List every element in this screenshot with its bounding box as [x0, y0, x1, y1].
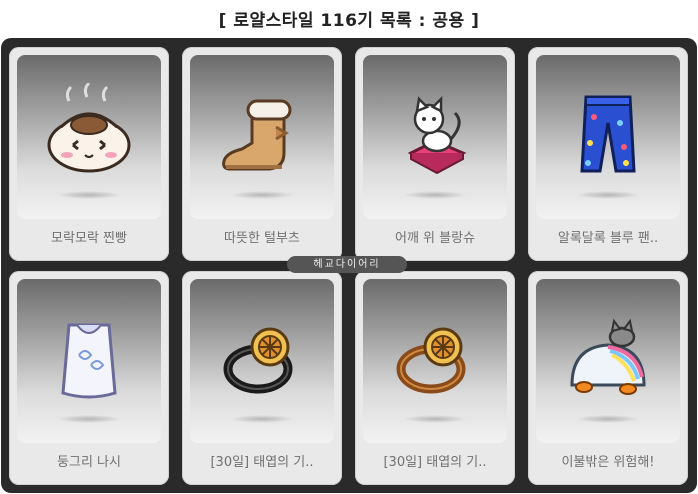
- item-label: 이불밖은 위험해!: [561, 455, 655, 470]
- watermark-badge: 헤교다이어리: [287, 256, 407, 273]
- item-card-fur-boots[interactable]: 따뜻한 털부츠: [182, 47, 342, 261]
- blanket-cat-icon: [570, 318, 646, 395]
- steamed-bun-hat-icon: [47, 83, 131, 173]
- item-card-steamed-bun[interactable]: 모락모락 찐빵: [9, 47, 169, 261]
- item-preview: [536, 279, 680, 443]
- item-label: 모락모락 찐빵: [51, 231, 127, 246]
- item-preview: [190, 55, 334, 219]
- item-label: 알록달록 블루 팬..: [557, 231, 659, 246]
- item-label: 둥그리 나시: [57, 455, 121, 470]
- item-label: 어깨 위 블랑슈: [394, 231, 476, 246]
- fur-boots-icon: [222, 99, 292, 171]
- item-label: [30일] 태엽의 기..: [383, 455, 487, 470]
- item-label: [30일] 태엽의 기..: [210, 455, 314, 470]
- item-preview: [17, 55, 161, 219]
- item-card-blue-pants[interactable]: 알록달록 블루 팬..: [528, 47, 688, 261]
- item-preview: [190, 279, 334, 443]
- item-preview: [17, 279, 161, 443]
- item-preview: [536, 55, 680, 219]
- cat-on-cushion-icon: [407, 95, 467, 175]
- blue-pants-icon: [580, 95, 636, 173]
- item-card-round-top[interactable]: 둥그리 나시: [9, 271, 169, 485]
- item-card-clockwork-ring-1[interactable]: [30일] 태엽의 기..: [182, 271, 342, 485]
- item-preview: [363, 279, 507, 443]
- clockwork-ring-icon: [223, 327, 293, 394]
- sleeveless-top-icon: [61, 323, 117, 399]
- clockwork-ring-gold-icon: [396, 327, 466, 394]
- item-label: 따뜻한 털부츠: [224, 231, 300, 246]
- item-card-clockwork-ring-2[interactable]: [30일] 태엽의 기..: [355, 271, 515, 485]
- item-card-blanket[interactable]: 이불밖은 위험해!: [528, 271, 688, 485]
- item-card-cat-shoulder[interactable]: 어깨 위 블랑슈: [355, 47, 515, 261]
- page-title: [ 로얄스타일 116기 목록 : 공용 ]: [218, 11, 480, 31]
- item-preview: [363, 55, 507, 219]
